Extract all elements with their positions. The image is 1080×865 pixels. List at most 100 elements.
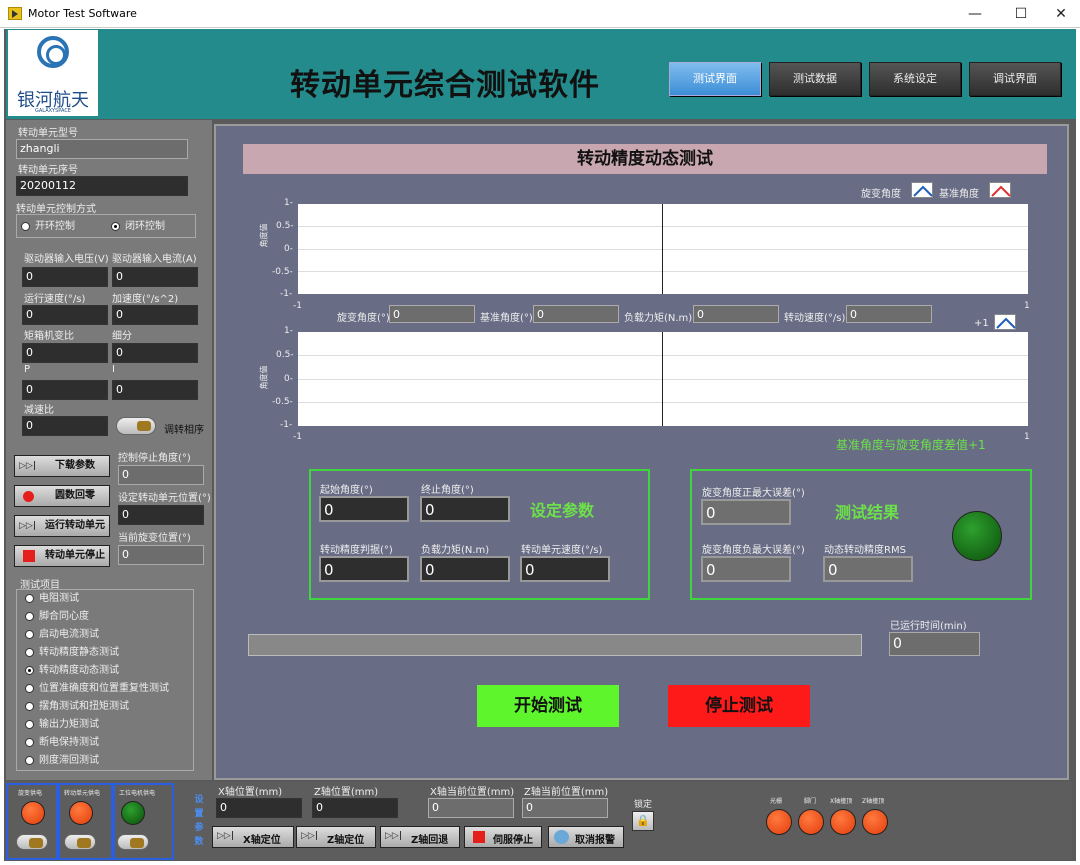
closed-loop-radio[interactable]: 闭环控制 [111,218,165,236]
legend-blue-line-icon[interactable] [911,182,933,198]
legend-red-line-icon[interactable] [989,182,1011,198]
x-locate-button[interactable]: ▷▷| X轴定位 [212,826,294,848]
start-test-button[interactable]: 开始测试 [477,685,619,727]
z-locate-button[interactable]: ▷▷| Z轴定位 [296,826,376,848]
run-unit-button[interactable]: ▷▷| 运行转动单元 [14,515,110,537]
i-label: I [112,364,115,375]
grid-line [298,226,1028,227]
grating-led [766,809,792,835]
test-item[interactable]: 转动精度静态测试 [25,644,119,662]
play-icon: ▷▷| [385,831,403,841]
accel-field[interactable]: 0 [112,305,198,325]
set-pos-field[interactable]: 0 [118,505,204,525]
test-item[interactable]: 摆角测试和扭矩测试 [25,698,129,716]
radio-icon [25,647,34,657]
chart1-ytick: 0- [284,244,293,254]
ind-label: Z轴撞顶 [862,798,885,805]
chart1-ytick: 0.5- [276,221,294,231]
power1-toggle[interactable] [16,834,48,850]
door-led [798,809,824,835]
stop-test-button[interactable]: 停止测试 [668,685,810,727]
test-item[interactable]: 脚合同心度 [25,608,89,626]
lock-icon[interactable]: 🔒 [632,811,654,831]
chart2-ylabel: 角度值 [259,365,269,390]
test-item[interactable]: 断电保持测试 [25,734,99,752]
nav-debug[interactable]: 调试界面 [969,62,1061,96]
grid-line [662,204,663,294]
x-pos-field[interactable]: 0 [216,798,302,818]
end-angle-label: 终止角度(°) [421,485,474,496]
power2-toggle[interactable] [64,834,96,850]
start-angle-field[interactable]: 0 [319,496,409,522]
stop-icon [473,831,485,843]
load-torque-field: 0 [693,305,779,323]
nav-test-data[interactable]: 测试数据 [769,62,861,96]
section-title: 转动精度动态测试 [243,144,1047,174]
z-pos-field[interactable]: 0 [312,798,398,818]
test-item[interactable]: 输出力矩测试 [25,716,99,734]
power3-led [121,801,145,825]
unit-speed-field[interactable]: 0 [520,556,610,582]
maximize-button[interactable]: ☐ [1006,4,1036,24]
play-icon: ▷▷| [19,521,37,531]
current-label: 驱动器输入电流(A) [112,254,197,265]
test-item[interactable]: 电阻测试 [25,590,79,608]
speed-field[interactable]: 0 [22,305,108,325]
x-cur-field: 0 [428,798,514,818]
cur-pos-label: 当前旋变位置(°) [118,533,191,544]
grid-line [662,332,663,426]
vertical-char: 置 [194,809,204,819]
end-angle-field[interactable]: 0 [420,496,510,522]
reduce-field[interactable]: 0 [22,416,108,436]
i-field[interactable]: 0 [112,380,198,400]
p-field[interactable]: 0 [22,380,108,400]
download-params-button[interactable]: ▷▷| 下载参数 [14,455,110,477]
current-field[interactable]: 0 [112,267,198,287]
minimize-button[interactable]: — [960,4,990,24]
load-field[interactable]: 0 [420,556,510,582]
stop-unit-button[interactable]: 转动单元停止 [14,545,110,567]
chart1-ytick: -1- [280,289,293,299]
open-loop-label: 开环控制 [35,221,75,232]
stop-angle-field[interactable]: 0 [118,465,204,485]
test-item[interactable]: 位置准确度和位置重复性测试 [25,680,169,698]
test-item-label: 脚合同心度 [39,611,89,622]
voltage-field[interactable]: 0 [22,267,108,287]
vertical-char: 参 [194,823,204,833]
set-pos-label: 设定转动单元位置(°) [118,493,211,504]
phase-toggle[interactable] [116,417,156,435]
logo-subtext: GALAXYSPACE [35,108,71,114]
radio-icon [25,755,34,765]
test-item-label: 断电保持测试 [39,737,99,748]
nav-system-settings[interactable]: 系统设定 [869,62,961,96]
pos-err-field: 0 [701,499,791,525]
chart2-ytick: 1- [284,326,293,336]
ratio-field[interactable]: 0 [22,343,108,363]
accuracy-field[interactable]: 0 [319,556,409,582]
legend-blue-line-icon[interactable] [994,314,1016,330]
chart2-ytick: -0.5- [272,397,293,407]
test-item[interactable]: 启动电流测试 [25,626,99,644]
power3-toggle[interactable] [117,834,149,850]
elapsed-field: 0 [889,632,980,656]
serial-field[interactable]: 20200112 [16,176,188,196]
z-back-button[interactable]: ▷▷| Z轴回退 [380,826,460,848]
close-button[interactable]: ✕ [1046,4,1076,24]
accuracy-label: 转动精度判据(°) [320,545,393,556]
home-button[interactable]: 圆数回零 [14,485,110,507]
cancel-alarm-button[interactable]: 取消报警 [548,826,624,848]
open-loop-radio[interactable]: 开环控制 [21,218,75,236]
chart2-xtick: -1 [293,432,302,442]
grid-line [298,379,1028,380]
test-item-selected[interactable]: 转动精度动态测试 [25,662,119,680]
radio-selected-icon [25,665,34,675]
subdiv-label: 细分 [112,331,132,342]
nav-test-screen[interactable]: 测试界面 [669,62,761,96]
start-angle-label: 起始角度(°) [320,485,373,496]
test-item[interactable]: 刚度滞回测试 [25,752,99,770]
chart2-ytick: 0.5- [276,350,294,360]
servo-stop-button[interactable]: 伺服停止 [464,826,542,848]
model-field[interactable]: zhangli [16,139,188,159]
vertical-char: 设 [194,795,204,805]
subdiv-field[interactable]: 0 [112,343,198,363]
